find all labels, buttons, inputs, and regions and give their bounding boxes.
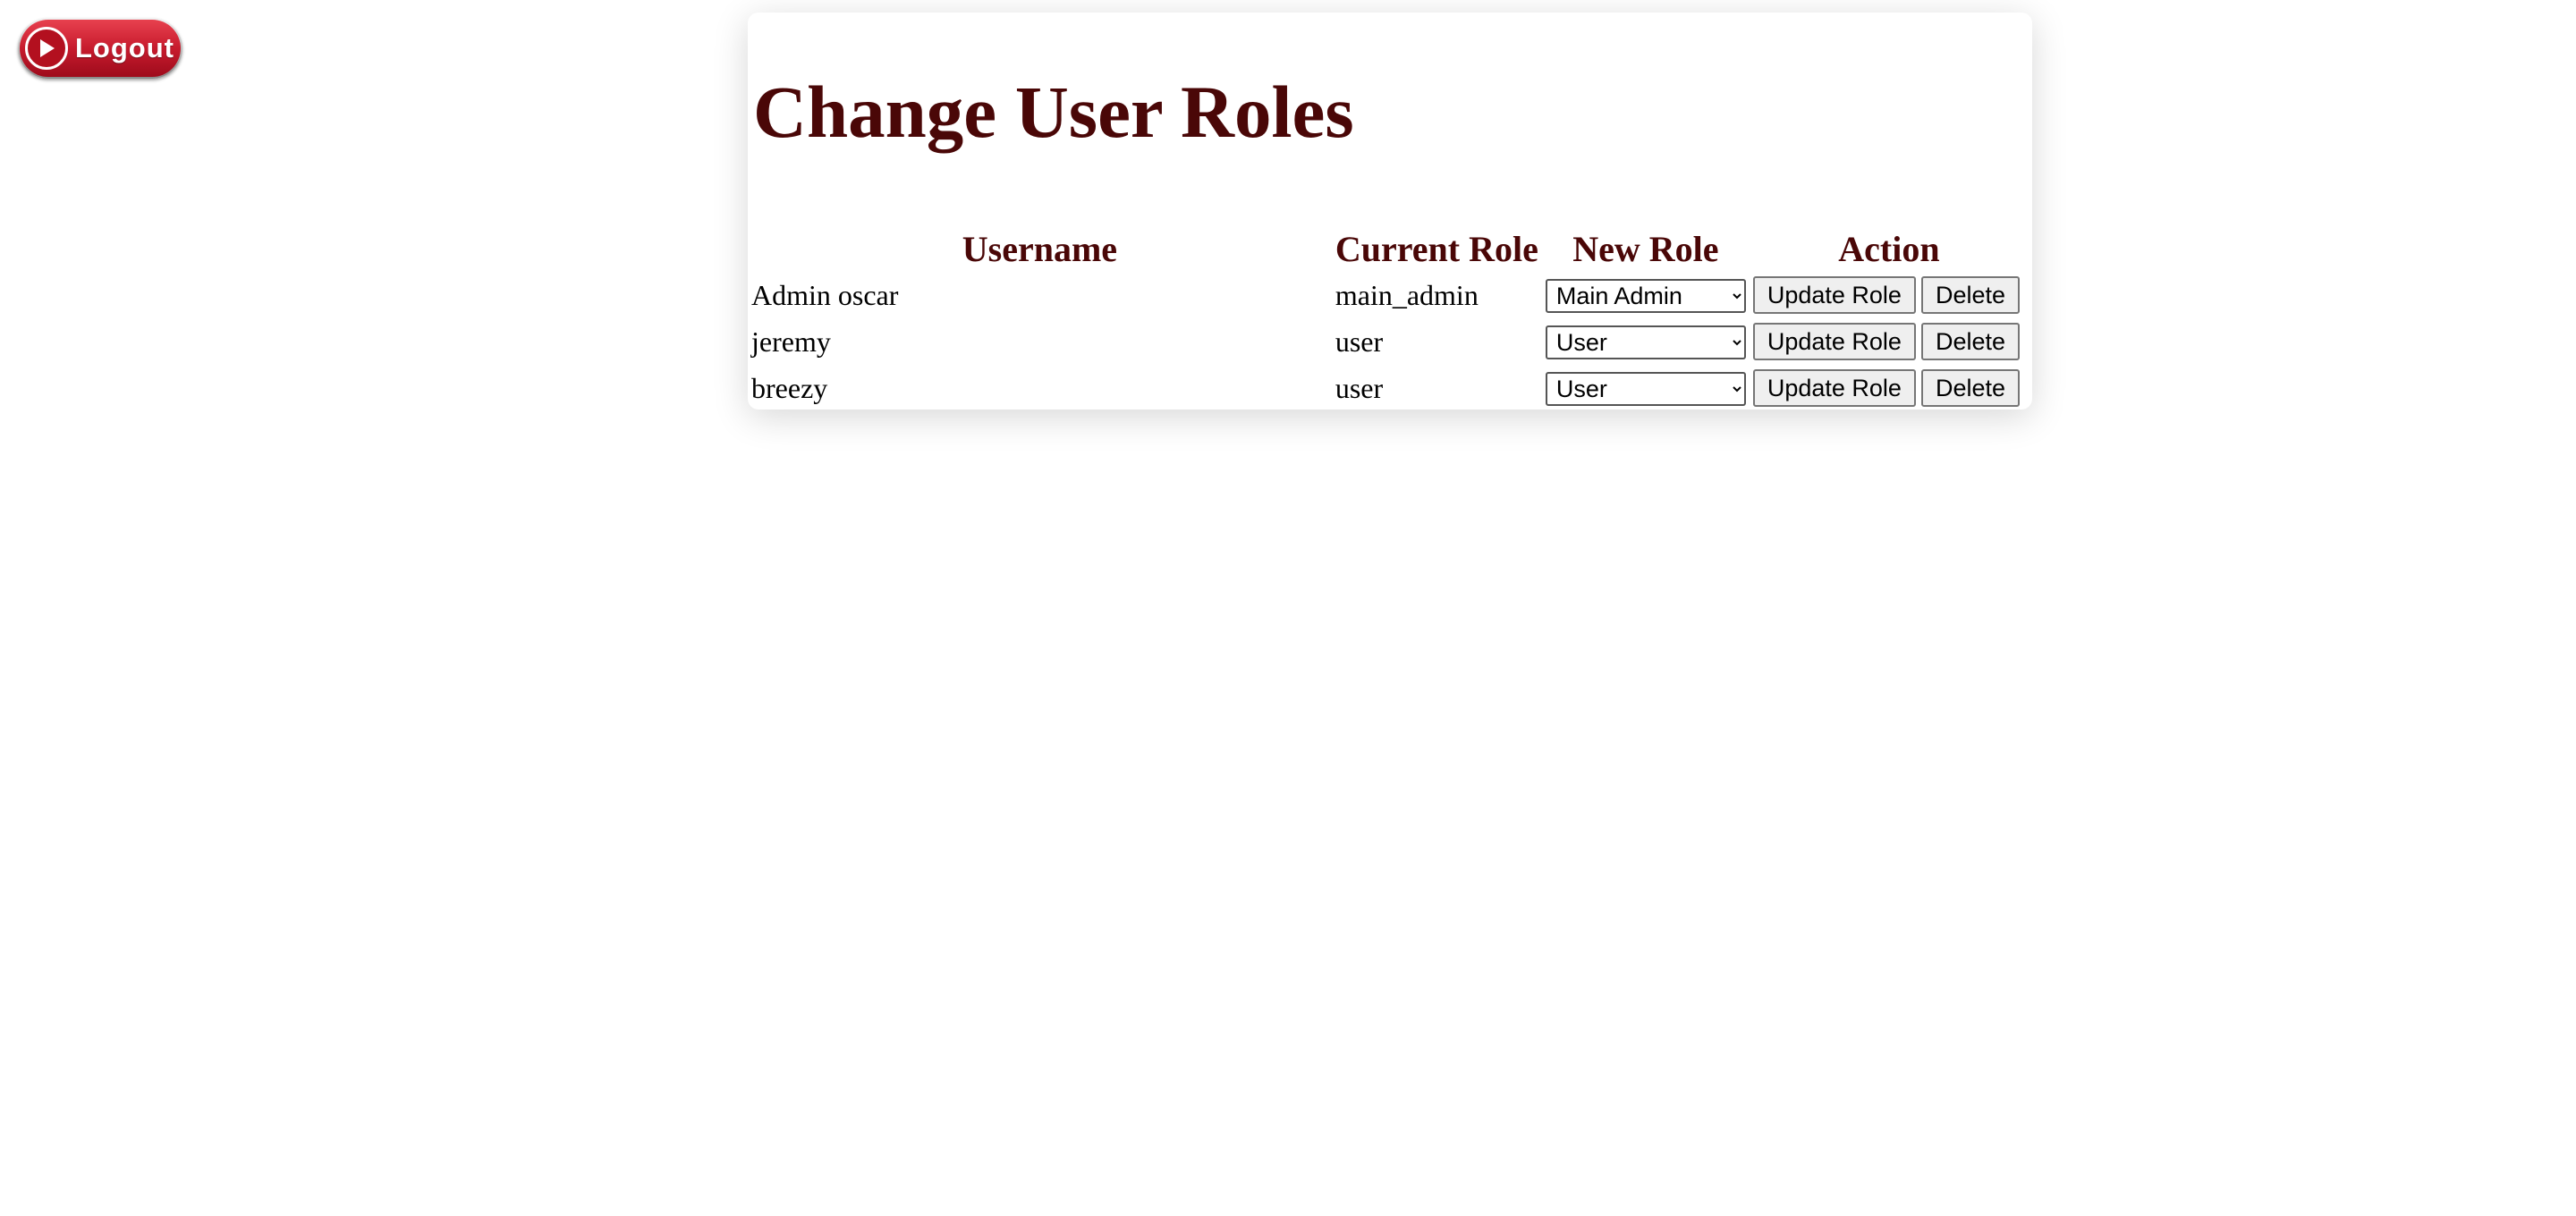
new-role-cell: User bbox=[1545, 320, 1746, 363]
delete-button[interactable]: Delete bbox=[1920, 276, 2020, 315]
column-header-current-role: Current Role bbox=[1335, 228, 1538, 269]
update-role-button[interactable]: Update Role bbox=[1752, 369, 1916, 408]
delete-button[interactable]: Delete bbox=[1920, 369, 2020, 408]
logout-button-face[interactable]: Logout bbox=[20, 20, 181, 77]
new-role-select[interactable]: Main Admin bbox=[1545, 278, 1746, 313]
action-cell: Update Role Delete bbox=[1752, 320, 2025, 363]
logout-button[interactable]: Logout bbox=[18, 18, 182, 79]
action-cell: Update Role Delete bbox=[1752, 274, 2025, 317]
current-role-cell: main_admin bbox=[1335, 278, 1479, 311]
table-row: breezy user User Update Role Delete bbox=[751, 367, 2025, 410]
new-role-select[interactable]: User bbox=[1545, 325, 1746, 359]
table-header-row: Username Current Role New Role Action bbox=[751, 227, 2025, 270]
column-header-action: Action bbox=[1838, 228, 1940, 269]
update-role-button[interactable]: Update Role bbox=[1752, 323, 1916, 361]
logout-label: Logout bbox=[75, 32, 175, 63]
new-role-cell: Main Admin bbox=[1545, 274, 1746, 317]
play-circle-icon bbox=[25, 27, 68, 70]
column-header-username: Username bbox=[962, 228, 1118, 269]
action-cell: Update Role Delete bbox=[1752, 367, 2025, 410]
username-cell: Admin oscar bbox=[751, 278, 899, 311]
new-role-cell: User bbox=[1545, 367, 1746, 410]
table-row: jeremy user User Update Role Delete bbox=[751, 320, 2025, 363]
new-role-select[interactable]: User bbox=[1545, 371, 1746, 406]
current-role-cell: user bbox=[1335, 371, 1384, 404]
page-title: Change User Roles bbox=[753, 71, 1354, 153]
username-cell: breezy bbox=[751, 371, 828, 404]
delete-button[interactable]: Delete bbox=[1920, 323, 2020, 361]
username-cell: jeremy bbox=[751, 325, 831, 358]
roles-table: Username Current Role New Role Action Ad… bbox=[744, 224, 2032, 413]
roles-card: Change User Roles Username Current Role … bbox=[748, 13, 2032, 410]
table-row: Admin oscar main_admin Main Admin Update… bbox=[751, 274, 2025, 317]
column-header-new-role: New Role bbox=[1572, 228, 1719, 269]
current-role-cell: user bbox=[1335, 325, 1384, 358]
update-role-button[interactable]: Update Role bbox=[1752, 276, 1916, 315]
